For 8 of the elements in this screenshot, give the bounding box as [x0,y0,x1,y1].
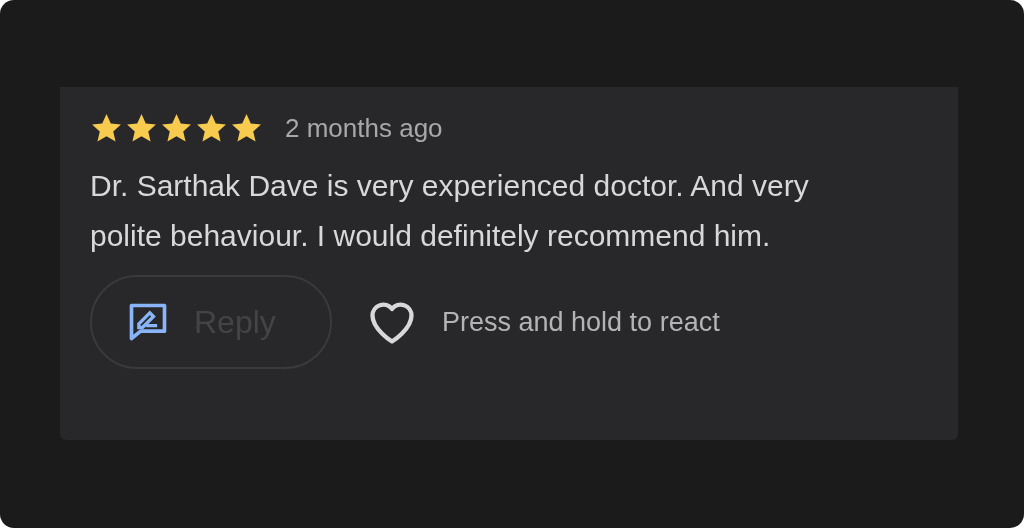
star-icon [195,111,228,145]
star-icon [160,111,193,145]
review-time: 2 months ago [285,112,443,144]
star-icon [125,111,158,145]
review-text: Dr. Sarthak Dave is very experienced doctor. And very polite behaviour. I would definitely recommend him. [90,168,810,254]
react-hint: Press and hold to react [442,306,720,338]
star-icon [90,111,123,145]
star-icon [230,111,263,145]
